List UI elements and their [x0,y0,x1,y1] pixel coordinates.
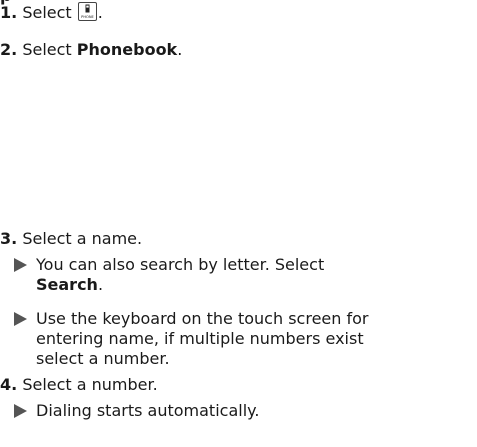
step-text: Select a number. [22,375,158,394]
arrow-bullet-icon [14,404,27,418]
note-dialing: Dialing starts automatically. [14,401,456,421]
step-number: 1. [0,3,18,22]
note-line: You can also search by letter. Select [36,255,325,274]
step-text: Select [22,40,77,59]
step-1: 1. Select PHONE . [0,2,103,23]
step-suffix: . [97,3,103,22]
search-label: Search [36,275,98,294]
note-suffix: . [97,275,104,294]
note-search: You can also search by letter. Select Se… [14,255,456,295]
note-keyboard: Use the keyboard on the touch screen for… [14,309,456,369]
step-2: 2. Select Phonebook. [0,40,182,60]
arrow-bullet-icon [14,312,27,326]
svg-text:PHONE: PHONE [81,15,94,19]
phonebook-label: Phonebook [76,40,178,59]
step-number: 2. [0,40,18,59]
step-number: 4. [0,375,18,394]
note-line: Use the keyboard on the touch screen for [36,309,369,328]
note-line: entering name, if multiple numbers exist [36,329,364,348]
note-line: select a number. [36,349,170,368]
step-text: Select a name. [22,229,143,248]
step-number: 3. [0,229,18,248]
step-suffix: . [177,40,183,59]
step-4: 4. Select a number. [0,375,158,395]
arrow-bullet-icon [14,258,27,272]
note-line: Dialing starts automatically. [36,401,260,420]
step-3: 3. Select a name. [0,229,142,249]
step-text: Select [22,3,77,22]
phone-icon[interactable]: PHONE [77,2,97,21]
